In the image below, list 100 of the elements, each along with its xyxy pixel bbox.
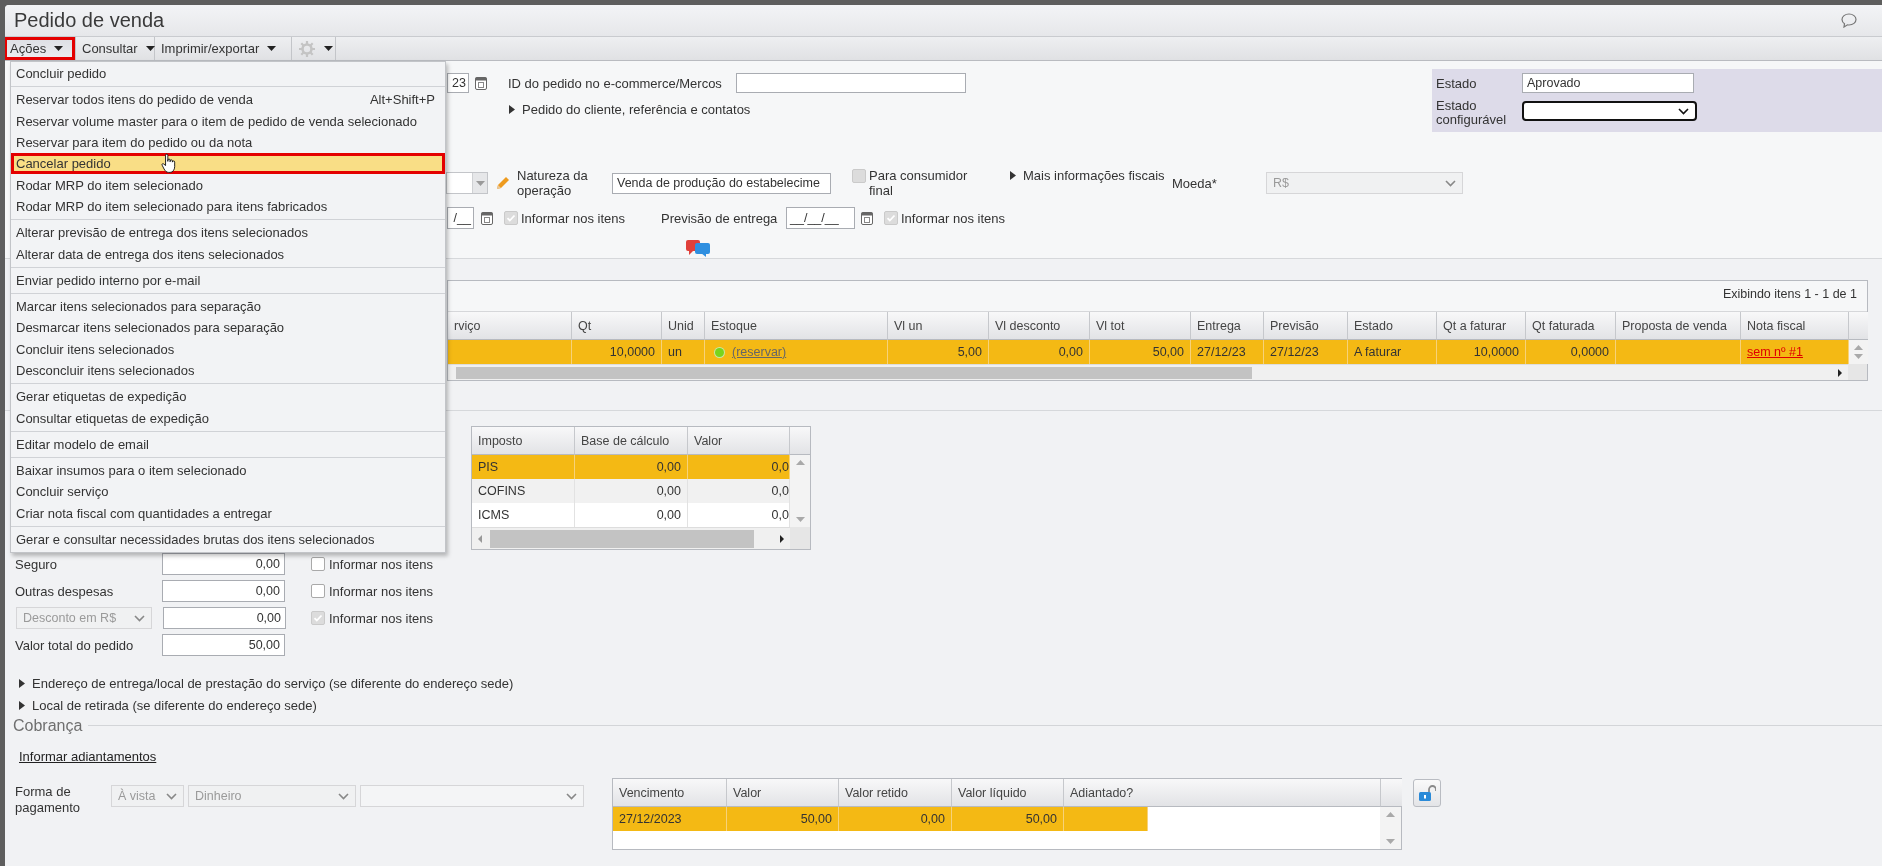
section-toggle[interactable]: Local de retirada (se diferente do endereço sede) xyxy=(19,697,579,713)
column-header[interactable]: Estoque xyxy=(705,312,888,340)
chat-bubble-icon[interactable] xyxy=(1841,13,1857,28)
input-field[interactable]: /__ xyxy=(447,207,474,229)
menu-item[interactable]: Gerar etiquetas de expedição xyxy=(11,386,445,408)
section-toggle[interactable]: Pedido do cliente, referência e contatos xyxy=(509,101,769,117)
translate-icon[interactable] xyxy=(686,240,710,257)
scroll-up-icon[interactable] xyxy=(1854,345,1863,350)
menu-item[interactable]: Reservar para item do pedido ou da nota xyxy=(11,131,445,154)
field-label: Estado xyxy=(1436,75,1478,91)
column-header[interactable]: Adiantado? xyxy=(1064,779,1381,807)
scroll-down-icon[interactable] xyxy=(795,517,805,522)
field-label: Moeda* xyxy=(1172,175,1218,191)
column-header[interactable]: Vl tot xyxy=(1090,312,1191,340)
menu-item[interactable]: Alterar previsão de entrega dos itens selecionados xyxy=(11,222,445,244)
window-title: Pedido de venda xyxy=(14,9,165,32)
column-header[interactable]: Proposta de venda xyxy=(1616,312,1741,340)
menu-item[interactable]: Desconcluir itens selecionados xyxy=(11,359,445,382)
column-header[interactable]: Valor líquido xyxy=(952,779,1064,807)
scroll-down-icon[interactable] xyxy=(1386,839,1395,844)
menu-item[interactable]: Marcar itens selecionados para separação xyxy=(11,295,445,318)
menu-item[interactable]: Rodar MRP do item selecionado xyxy=(11,174,445,196)
menu-item[interactable]: Enviar pedido interno por e-mail xyxy=(11,269,445,291)
table-row[interactable]: COFINS 0,00 0,0 xyxy=(472,479,790,503)
input-field[interactable] xyxy=(736,73,966,93)
input-field[interactable]: 50,00 xyxy=(162,634,285,656)
lock-button[interactable] xyxy=(1413,779,1441,807)
scroll-down-icon[interactable] xyxy=(1854,354,1863,359)
column-header[interactable]: Unid xyxy=(662,312,705,340)
column-header[interactable]: Valor xyxy=(727,779,839,807)
column-header[interactable]: Qt faturada xyxy=(1526,312,1616,340)
column-header[interactable]: Imposto xyxy=(472,427,575,455)
menu-item[interactable]: Editar modelo de email xyxy=(11,433,445,456)
caret-down-icon xyxy=(324,46,333,51)
field-label: Outras despesas xyxy=(15,583,115,599)
advance-link[interactable]: Informar adiantamentos xyxy=(19,748,179,764)
column-header[interactable]: Previsão xyxy=(1264,312,1348,340)
pencil-icon[interactable] xyxy=(495,175,511,191)
column-header[interactable]: Valor retido xyxy=(839,779,952,807)
scrollbar[interactable] xyxy=(448,364,1848,380)
column-header[interactable]: Vl desconto xyxy=(989,312,1090,340)
chevron-down-icon xyxy=(1445,179,1456,187)
menu-button[interactable]: Ações xyxy=(5,37,76,60)
column-header[interactable]: rviço xyxy=(448,312,572,340)
input-field[interactable]: 23 xyxy=(447,73,469,93)
menu-item[interactable]: Gerar e consultar necessidades brutas dos itens selecionados xyxy=(11,528,445,551)
dropdown[interactable] xyxy=(1522,101,1697,121)
section-toggle[interactable]: Endereço de entrega/local de prestação do serviço (se diferente do endereço sede) xyxy=(19,675,579,691)
calendar-icon[interactable] xyxy=(474,75,488,91)
column-header[interactable]: Entrega xyxy=(1191,312,1264,340)
menu-item[interactable]: Baixar insumos para o item selecionado xyxy=(11,460,445,482)
field-label: Seguro xyxy=(15,556,58,572)
table-cell: 0,00 xyxy=(575,479,688,503)
scroll-up-icon[interactable] xyxy=(795,460,805,465)
menu-item[interactable]: Concluir pedido xyxy=(11,63,445,85)
scrollbar[interactable] xyxy=(790,455,810,527)
checkbox[interactable] xyxy=(311,557,325,571)
menu-item[interactable]: Concluir serviço xyxy=(11,481,445,503)
column-header[interactable]: Qt xyxy=(572,312,662,340)
chevron-down-icon xyxy=(134,614,145,622)
calendar-icon[interactable] xyxy=(480,210,494,226)
scrollbar[interactable] xyxy=(1849,340,1868,364)
table-row[interactable]: 27/12/2023 50,00 0,00 50,00 xyxy=(613,807,1148,831)
menu-item[interactable]: Rodar MRP do item selecionado para itens fabricados xyxy=(11,195,445,218)
column-header[interactable]: Vl un xyxy=(888,312,989,340)
field-label: Informar nos itens xyxy=(329,610,435,626)
caret-right-icon xyxy=(1010,171,1016,180)
table-row[interactable]: PIS 0,00 0,0 xyxy=(472,455,790,479)
chevron-down-icon xyxy=(1678,107,1689,115)
input-field[interactable]: Aprovado xyxy=(1522,73,1694,93)
menu-item[interactable]: Concluir itens selecionados xyxy=(11,338,445,360)
field-label: Informar nos itens xyxy=(329,556,435,572)
scroll-up-icon[interactable] xyxy=(1386,812,1395,817)
input-field[interactable]: Venda de produção do estabelecime xyxy=(612,172,831,194)
input-field[interactable]: 0,00 xyxy=(162,580,285,602)
section-toggle[interactable]: Mais informações fiscais xyxy=(1010,168,1170,183)
column-header[interactable]: Nota fiscal xyxy=(1741,312,1849,340)
input-field[interactable]: 0,00 xyxy=(162,553,285,575)
input-field[interactable]: 0,00 xyxy=(163,607,286,629)
column-header[interactable]: Estado xyxy=(1348,312,1437,340)
scrollbar[interactable] xyxy=(472,527,790,549)
column-header[interactable]: Vencimento xyxy=(613,779,727,807)
menu-item[interactable]: Cancelar pedido xyxy=(11,153,445,175)
menu-item[interactable]: Criar nota fiscal com quantidades a entregar xyxy=(11,502,445,524)
column-header[interactable]: Qt a faturar xyxy=(1437,312,1526,340)
menu-button[interactable]: Imprimir/exportar xyxy=(155,37,292,60)
scrollbar[interactable] xyxy=(1380,807,1401,849)
menu-item[interactable]: Reservar todos itens do pedido de venda Alt+Shift+P xyxy=(11,89,445,111)
menu-item[interactable]: Reservar volume master para o item de pedido de venda selecionado xyxy=(11,110,445,132)
menu-item[interactable]: Consultar etiquetas de expedição xyxy=(11,407,445,429)
input-field[interactable]: __/__/__ xyxy=(786,207,855,229)
calendar-icon[interactable] xyxy=(860,210,874,226)
column-header[interactable]: Valor xyxy=(688,427,790,455)
checkbox[interactable] xyxy=(311,584,325,598)
menu-item[interactable]: Alterar data de entrega dos itens selecionados xyxy=(11,243,445,265)
column-header[interactable]: Base de cálculo xyxy=(575,427,688,455)
hand-cursor-icon xyxy=(161,153,177,174)
menu-item[interactable]: Desmarcar itens selecionados para separação xyxy=(11,317,445,339)
menu-button[interactable]: Consultar xyxy=(76,37,155,60)
checkmark-icon xyxy=(313,613,323,623)
